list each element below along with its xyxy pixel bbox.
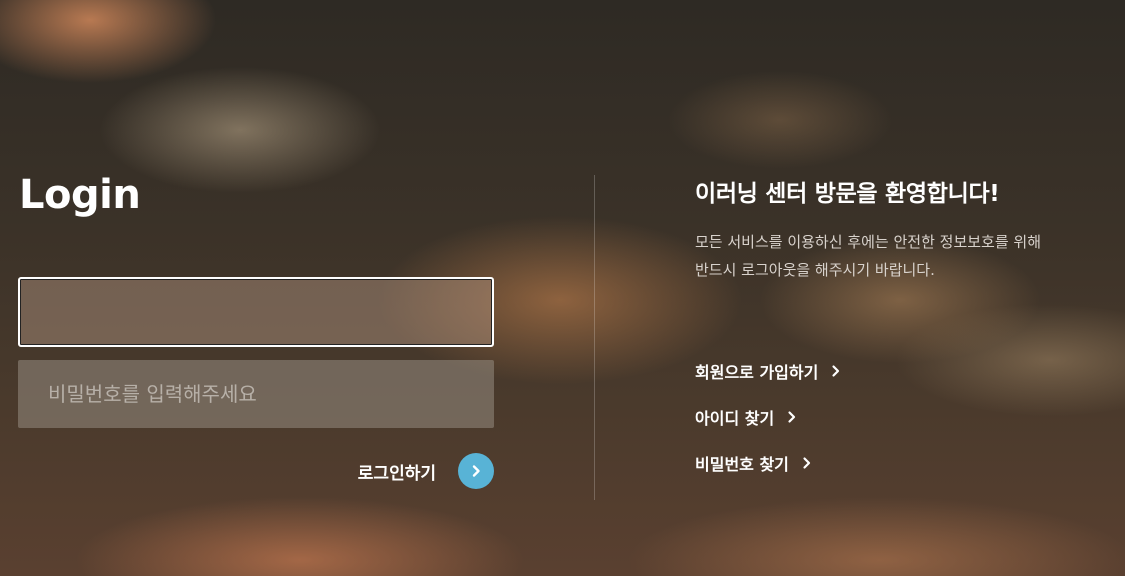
login-button[interactable]: 로그인하기 [300, 453, 494, 489]
signup-link-label: 회원으로 가입하기 [695, 363, 819, 382]
welcome-description-line: 반드시 로그아웃을 해주시기 바랍니다. [695, 261, 935, 279]
login-page: Login 로그인하기 이러닝 센터 방문을 환영합니다! 모든 서비스를 이용… [0, 0, 1125, 576]
find-password-link-label: 비밀번호 찾기 [695, 455, 789, 474]
vertical-divider [594, 175, 595, 500]
chevron-right-icon [786, 410, 798, 424]
chevron-right-icon [801, 456, 813, 470]
id-input[interactable] [18, 277, 494, 347]
welcome-title: 이러닝 센터 방문을 환영합니다! [695, 181, 1000, 207]
chevron-right-icon [830, 364, 842, 378]
password-input[interactable] [18, 360, 494, 428]
welcome-description: 모든 서비스를 이용하신 후에는 안전한 정보보호를 위해 반드시 로그아웃을 … [695, 228, 1105, 284]
chevron-right-icon [472, 465, 480, 477]
welcome-description-line: 모든 서비스를 이용하신 후에는 안전한 정보보호를 위해 [695, 233, 1042, 251]
login-button-label: 로그인하기 [357, 463, 436, 484]
login-button-circle[interactable] [458, 453, 494, 489]
signup-link[interactable]: 회원으로 가입하기 [695, 358, 842, 384]
find-id-link-label: 아이디 찾기 [695, 409, 775, 428]
find-password-link[interactable]: 비밀번호 찾기 [695, 450, 842, 476]
account-links: 회원으로 가입하기 아이디 찾기 비밀번호 찾기 [695, 358, 842, 496]
find-id-link[interactable]: 아이디 찾기 [695, 404, 842, 430]
login-title: Login [19, 172, 141, 218]
